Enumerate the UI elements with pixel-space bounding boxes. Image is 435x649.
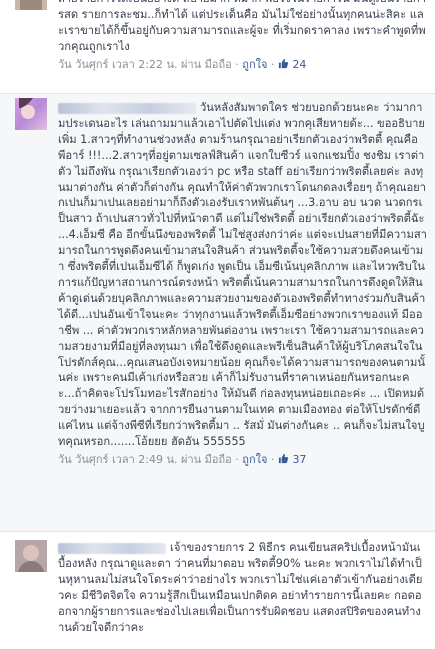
comment-time[interactable]: เวลา 2:49 น. (112, 453, 178, 466)
comment: เจ้าของรายการ 2 พิธีกร คนเขียนสคริปเบื้อ… (0, 532, 435, 649)
comment-day: วัน วันศุกร์ (58, 57, 109, 71)
comment-via: ผ่าน มือถือ (181, 57, 232, 71)
avatar-image (15, 0, 47, 10)
comment-via: ผ่าน มือถือ (181, 452, 232, 466)
avatar[interactable] (15, 0, 47, 10)
thumbs-up-icon[interactable] (278, 58, 289, 73)
comment: ถ่ายรายการได้เป็นอย่างดี สบายมาก ดีมาก พ… (0, 0, 435, 94)
comment-day: วัน วันศุกร์ (58, 452, 109, 466)
like-link[interactable]: ถูกใจ (242, 58, 267, 71)
avatar-image (15, 98, 47, 130)
avatar-image (15, 540, 47, 572)
comment-text-content: เจ้าของรายการ 2 พิธีกร คนเขียนสคริปเบื้อ… (58, 541, 423, 634)
like-count[interactable]: 37 (292, 453, 306, 466)
author-name-blurred[interactable] (58, 102, 196, 114)
comment-meta: วัน วันศุกร์ เวลา 2:22 น. ผ่าน มือถือ · … (58, 57, 307, 73)
comment-body: ถ่ายรายการได้เป็นอย่างดี สบายมาก ดีมาก พ… (58, 0, 427, 73)
comment-meta: วัน วันศุกร์ เวลา 2:49 น. ผ่าน มือถือ · … (58, 452, 307, 468)
comment-text: วันหลังสัมพาดใคร ช่วยบอกด้วยนะคะ ว่ามากา… (58, 100, 427, 450)
comment-text: เจ้าของรายการ 2 พิธีกร คนเขียนสคริปเบื้อ… (58, 540, 427, 635)
avatar[interactable] (15, 540, 47, 572)
comment-text-content: วันหลังสัมพาดใคร ช่วยบอกด้วยนะคะ ว่ามากา… (58, 101, 429, 449)
comment-highlighted: วันหลังสัมพาดใคร ช่วยบอกด้วยนะคะ ว่ามากา… (0, 94, 435, 532)
comment-text: ถ่ายรายการได้เป็นอย่างดี สบายมาก ดีมาก พ… (58, 0, 426, 53)
comment-feed: ถ่ายรายการได้เป็นอย่างดี สบายมาก ดีมาก พ… (0, 0, 435, 649)
comment-body: วันหลังสัมพาดใคร ช่วยบอกด้วยนะคะ ว่ามากา… (58, 100, 427, 468)
author-name-blurred[interactable] (58, 542, 166, 554)
avatar[interactable] (15, 98, 47, 130)
like-link[interactable]: ถูกใจ (242, 453, 267, 466)
comment-time[interactable]: เวลา 2:22 น. (112, 58, 178, 71)
like-count[interactable]: 24 (292, 58, 306, 71)
comment-body: เจ้าของรายการ 2 พิธีกร คนเขียนสคริปเบื้อ… (58, 540, 427, 635)
thumbs-up-icon[interactable] (278, 453, 289, 468)
